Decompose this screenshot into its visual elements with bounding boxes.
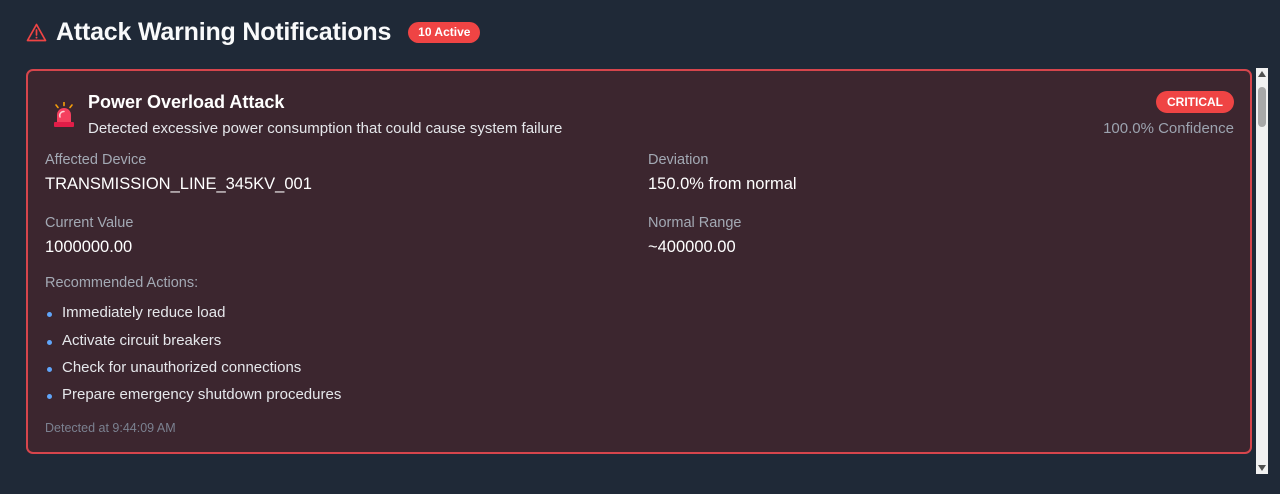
notifications-header: Attack Warning Notifications 10 Active — [26, 14, 481, 50]
bullet-icon — [47, 366, 52, 372]
alert-card[interactable]: Power Overload Attack Detected excessive… — [26, 69, 1252, 454]
bullet-icon — [47, 339, 52, 345]
normal-range-value: ~400000.00 — [648, 238, 736, 256]
scroll-down-arrow-icon[interactable] — [1258, 465, 1266, 471]
action-text: Activate circuit breakers — [62, 331, 222, 349]
scrollbar-thumb[interactable] — [1258, 87, 1266, 127]
confidence-text: 100.0% Confidence — [1103, 120, 1234, 137]
recommended-actions-title: Recommended Actions: — [45, 275, 199, 291]
warning-triangle-icon — [26, 21, 48, 43]
action-item: Prepare emergency shutdown procedures — [45, 381, 341, 408]
action-text: Check for unauthorized connections — [62, 358, 302, 376]
recommended-actions-list: Immediately reduce load Activate circuit… — [45, 299, 341, 409]
alerts-scroll-area[interactable]: Power Overload Attack Detected excessive… — [26, 68, 1268, 474]
affected-device-value: TRANSMISSION_LINE_345KV_001 — [45, 175, 312, 193]
current-value-label: Current Value — [45, 215, 134, 231]
deviation-value: 150.0% from normal — [648, 175, 797, 193]
page-title: Attack Warning Notifications — [56, 17, 392, 46]
siren-icon — [52, 101, 76, 128]
affected-device-label: Affected Device — [45, 152, 147, 168]
action-text: Immediately reduce load — [62, 304, 226, 322]
vertical-scrollbar[interactable] — [1256, 68, 1268, 474]
action-item: Immediately reduce load — [45, 299, 341, 326]
bullet-icon — [47, 312, 52, 318]
severity-badge: CRITICAL — [1156, 91, 1234, 113]
current-value: 1000000.00 — [45, 238, 133, 256]
alert-description: Detected excessive power consumption tha… — [88, 120, 563, 137]
active-count-badge: 10 Active — [408, 21, 481, 43]
deviation-label: Deviation — [648, 152, 709, 168]
normal-range-label: Normal Range — [648, 215, 742, 231]
alert-title: Power Overload Attack — [88, 92, 285, 112]
scroll-up-arrow-icon[interactable] — [1258, 71, 1266, 77]
detected-timestamp: Detected at 9:44:09 AM — [45, 421, 176, 435]
action-item: Activate circuit breakers — [45, 326, 341, 353]
bullet-icon — [47, 394, 52, 400]
action-item: Check for unauthorized connections — [45, 354, 341, 381]
action-text: Prepare emergency shutdown procedures — [62, 386, 342, 404]
